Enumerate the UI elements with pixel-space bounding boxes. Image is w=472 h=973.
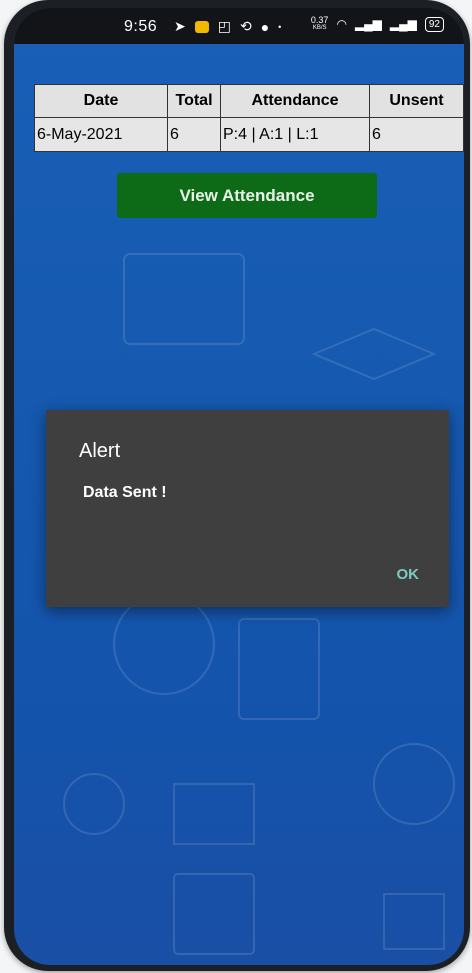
attendance-table: Date Total Attendance Unsent 6-May-2021 … bbox=[34, 84, 464, 152]
phone-frame: 9:56 ➤ ◰ ⟲ ● • 0.37 KB/S ◠ ▂▄▆ ▂▄▆ 92 Da… bbox=[4, 0, 470, 971]
header-unsent: Unsent bbox=[369, 84, 464, 118]
app-icon bbox=[194, 20, 209, 33]
cell-total: 6 bbox=[167, 117, 221, 152]
table-row[interactable]: 6-May-2021 6 P:4 | A:1 | L:1 6 bbox=[34, 117, 464, 152]
cell-attendance: P:4 | A:1 | L:1 bbox=[220, 117, 370, 152]
net-speed: 0.37 KB/S bbox=[310, 15, 329, 32]
battery-icon: 92 bbox=[424, 16, 444, 32]
header-attendance: Attendance bbox=[220, 84, 370, 118]
record-icon: ● bbox=[260, 18, 270, 35]
dialog-message: Data Sent ! bbox=[83, 484, 167, 501]
cell-unsent: 6 bbox=[369, 117, 464, 152]
notification-icons: ➤ ◰ ⟲ ● • bbox=[174, 18, 281, 35]
header-date: Date bbox=[34, 84, 168, 118]
dot-icon: • bbox=[278, 21, 282, 32]
sync-icon: ⟲ bbox=[239, 18, 252, 34]
dialog-title: Alert bbox=[79, 440, 121, 462]
wifi-icon: ◠ bbox=[336, 17, 347, 31]
header-total: Total bbox=[167, 84, 221, 118]
signal-icon-2: ▂▄▆ bbox=[389, 17, 417, 31]
telegram-icon: ➤ bbox=[174, 18, 186, 34]
table-header-row: Date Total Attendance Unsent bbox=[34, 84, 464, 118]
alert-dialog: Alert Data Sent ! OK bbox=[46, 410, 449, 607]
screen: 9:56 ➤ ◰ ⟲ ● • 0.37 KB/S ◠ ▂▄▆ ▂▄▆ 92 Da… bbox=[14, 8, 464, 965]
cell-date: 6-May-2021 bbox=[34, 117, 168, 152]
status-bar: 9:56 ➤ ◰ ⟲ ● • 0.37 KB/S ◠ ▂▄▆ ▂▄▆ 92 bbox=[14, 8, 464, 44]
view-attendance-button[interactable]: View Attendance bbox=[117, 173, 377, 218]
system-icons: 0.37 KB/S ◠ ▂▄▆ ▂▄▆ 92 bbox=[311, 16, 444, 32]
ok-button[interactable]: OK bbox=[397, 566, 420, 583]
status-time: 9:56 bbox=[124, 18, 158, 35]
gallery-icon: ◰ bbox=[217, 18, 231, 34]
signal-icon: ▂▄▆ bbox=[354, 17, 382, 31]
